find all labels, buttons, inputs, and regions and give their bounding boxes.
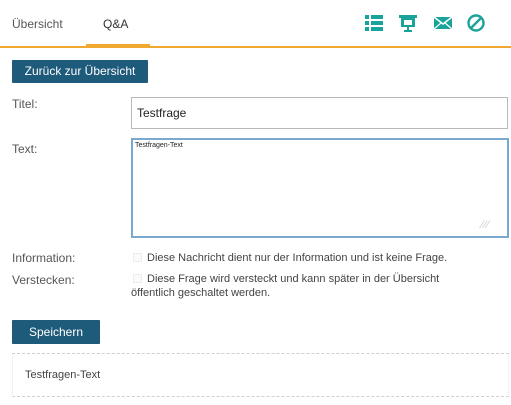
active-tab-indicator (86, 44, 150, 46)
information-label: Information: (12, 251, 76, 265)
text-textarea[interactable]: Testfragen-Text (131, 138, 509, 238)
hide-checkbox-text-line1: Diese Frage wird versteckt und kann spät… (147, 273, 440, 285)
title-label: Titel: (12, 97, 38, 111)
information-checkbox-text: Diese Nachricht dient nur der Informatio… (147, 252, 448, 264)
tab-qa[interactable]: Q&A (103, 14, 128, 34)
presentation-icon[interactable] (398, 13, 418, 33)
tab-overview[interactable]: Übersicht (12, 14, 63, 34)
tab-bar: Übersicht Q&A (0, 0, 511, 48)
title-input[interactable] (131, 97, 508, 129)
mail-icon[interactable] (433, 13, 453, 33)
resize-handle-icon[interactable]: ⁄⁄⁄ (481, 219, 490, 231)
save-button[interactable]: Speichern (12, 320, 100, 344)
back-to-overview-button[interactable]: Zurück zur Übersicht (12, 60, 148, 83)
information-checkbox[interactable] (133, 253, 142, 262)
question-preview: Testfragen-Text (12, 353, 509, 397)
preview-text: Testfragen-Text (25, 369, 101, 381)
hide-checkbox[interactable] (133, 274, 142, 283)
hide-checkbox-text-line2: öffentlich geschaltet werden. (131, 287, 271, 299)
list-icon[interactable] (364, 13, 384, 33)
text-label: Text: (12, 142, 38, 156)
block-icon[interactable] (466, 13, 486, 33)
hide-label: Verstecken: (12, 273, 75, 287)
